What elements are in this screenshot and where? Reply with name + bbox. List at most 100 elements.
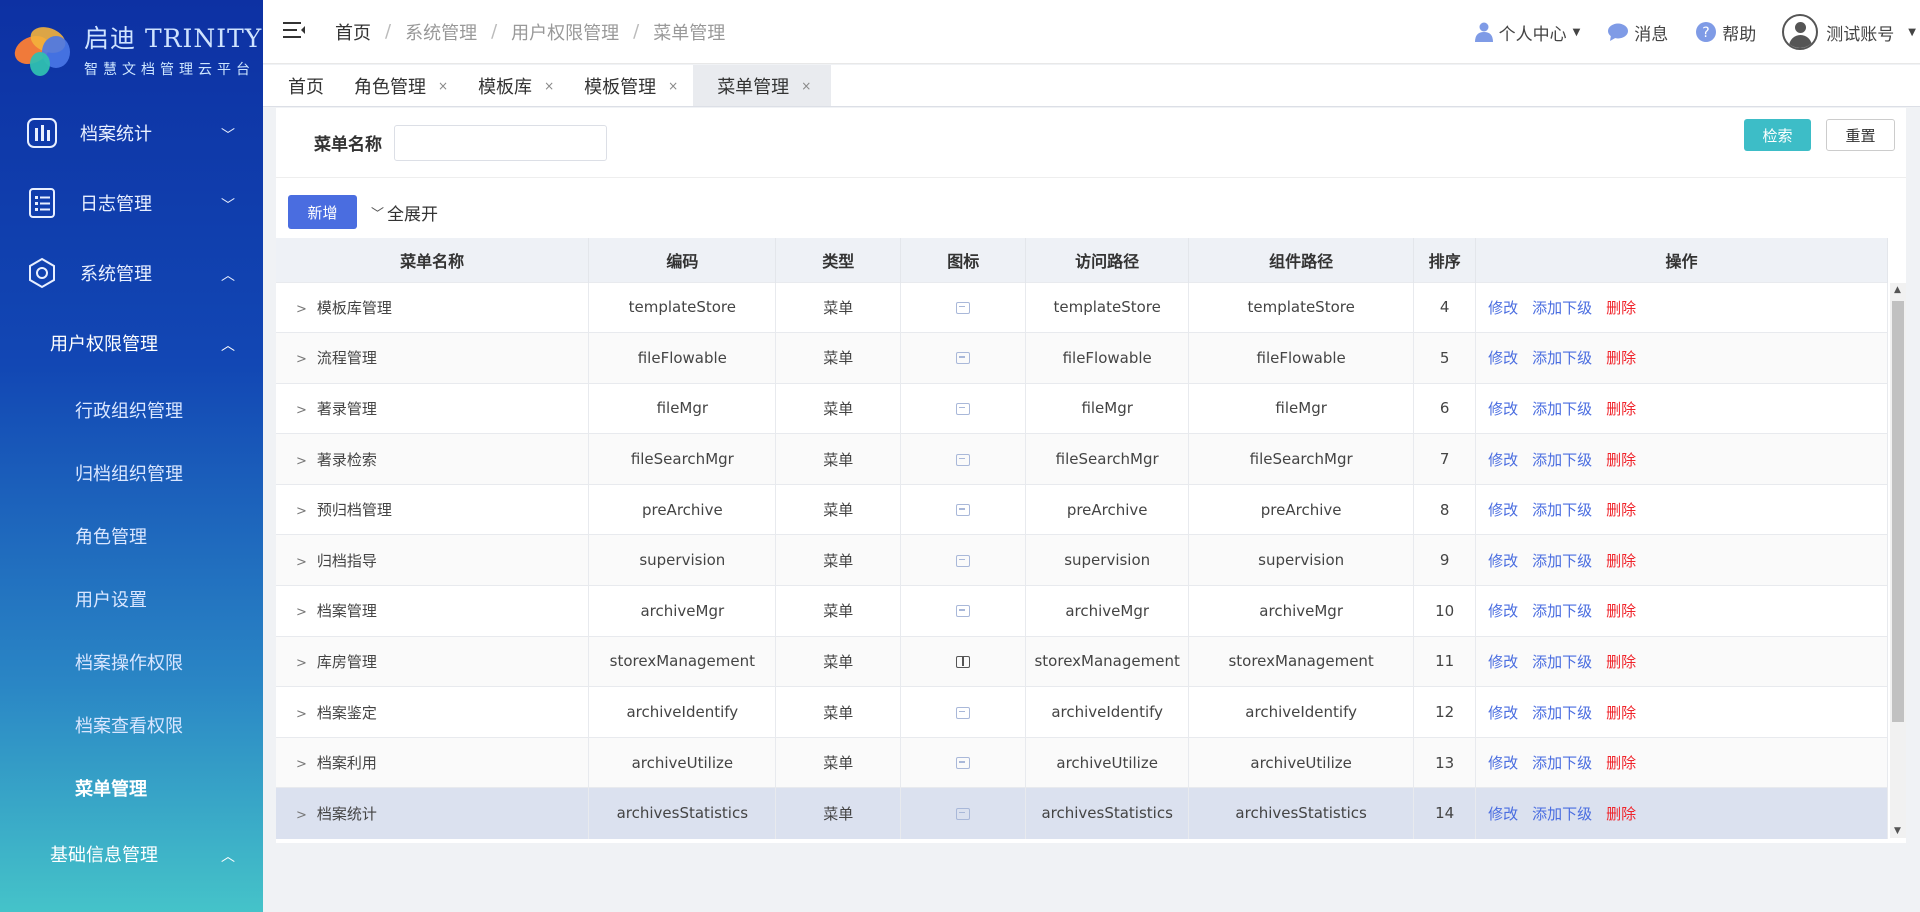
tab-role-mgmt[interactable]: 角色管理 × (339, 65, 463, 106)
reset-button[interactable]: 重置 (1826, 119, 1895, 151)
add-child-link[interactable]: 添加下级 (1532, 349, 1592, 367)
add-child-link[interactable]: 添加下级 (1532, 501, 1592, 519)
sidebar-leaf-admin-org[interactable]: 行政组织管理 (0, 378, 263, 441)
table-row[interactable]: > 库房管理 storexManagement 菜单 storexManagement s… (276, 635, 1888, 687)
menu-name-input[interactable] (394, 124, 607, 161)
edit-link[interactable]: 修改 (1488, 754, 1518, 772)
tab-template-lib[interactable]: 模板库 × (463, 65, 569, 106)
close-icon[interactable]: × (801, 79, 811, 93)
sidebar-leaf-archive-op-perm[interactable]: 档案操作权限 (0, 630, 263, 693)
edit-link[interactable]: 修改 (1488, 501, 1518, 519)
add-button[interactable]: 新增 (288, 195, 357, 229)
messages-link[interactable]: 消息 (1608, 20, 1668, 45)
edit-link[interactable]: 修改 (1488, 552, 1518, 570)
edit-link[interactable]: 修改 (1488, 602, 1518, 620)
chevron-right-icon[interactable]: > (296, 707, 307, 722)
close-icon[interactable]: × (544, 79, 554, 93)
search-button[interactable]: 检索 (1744, 119, 1811, 151)
chevron-right-icon[interactable]: > (296, 504, 307, 519)
add-child-link[interactable]: 添加下级 (1532, 653, 1592, 671)
storehouse-icon (956, 655, 971, 668)
table-row[interactable]: > 模板库管理 templateStore 菜单 templateStore templa… (276, 281, 1888, 333)
scrollbar-thumb[interactable] (1892, 301, 1904, 722)
add-child-link[interactable]: 添加下级 (1532, 400, 1592, 418)
delete-link[interactable]: 删除 (1606, 602, 1636, 620)
edit-link[interactable]: 修改 (1488, 299, 1518, 317)
delete-link[interactable]: 删除 (1606, 501, 1636, 519)
chevron-right-icon[interactable]: > (296, 403, 307, 418)
delete-link[interactable]: 删除 (1606, 754, 1636, 772)
add-child-link[interactable]: 添加下级 (1532, 754, 1592, 772)
chevron-right-icon[interactable]: > (296, 555, 307, 570)
cell-type: 菜单 (775, 332, 902, 384)
delete-link[interactable]: 删除 (1606, 552, 1636, 570)
add-child-link[interactable]: 添加下级 (1532, 299, 1592, 317)
delete-link[interactable]: 删除 (1606, 653, 1636, 671)
edit-link[interactable]: 修改 (1488, 805, 1518, 823)
sidebar-item-log-mgmt[interactable]: 日志管理 ﹀ (0, 168, 263, 238)
table-row[interactable]: > 著录检索 fileSearchMgr 菜单 fileSearchMgr fileSea… (276, 433, 1888, 485)
table-row[interactable]: > 档案利用 archiveUtilize 菜单 archiveUtilize archi… (276, 736, 1888, 788)
breadcrumb-item[interactable]: 首页 (335, 19, 371, 45)
sidebar-leaf-data-dictionary[interactable]: 数据字典 (0, 889, 263, 912)
sidebar-leaf-user-settings[interactable]: 用户设置 (0, 567, 263, 630)
table-row[interactable]: > 著录管理 fileMgr 菜单 fileMgr fileMgr 6 修改 添加下级 删除 (276, 382, 1888, 434)
table-row[interactable]: > 归档指导 supervision 菜单 supervision supervision… (276, 534, 1888, 586)
delete-link[interactable]: 删除 (1606, 451, 1636, 469)
edit-link[interactable]: 修改 (1488, 400, 1518, 418)
sidebar-submenu-basic-info[interactable]: 基础信息管理 ︿ (0, 819, 263, 889)
menu-toggle-icon[interactable] (283, 21, 305, 43)
add-child-link[interactable]: 添加下级 (1532, 602, 1592, 620)
column-header: 图标 (900, 238, 1027, 282)
table-row[interactable]: > 档案管理 archiveMgr 菜单 archiveMgr archiveMgr 10 修… (276, 585, 1888, 637)
close-icon[interactable]: × (438, 79, 448, 93)
close-icon[interactable]: × (668, 79, 678, 93)
menu-name-text: 库房管理 (316, 652, 377, 671)
sidebar-item-system-mgmt[interactable]: 系统管理 ︿ (0, 238, 263, 308)
edit-link[interactable]: 修改 (1488, 653, 1518, 671)
scroll-up-icon[interactable]: ▲ (1894, 285, 1901, 295)
delete-link[interactable]: 删除 (1606, 704, 1636, 722)
chevron-right-icon[interactable]: > (296, 302, 307, 317)
table-row[interactable]: > 档案统计 archivesStatistics 菜单 archivesStatist… (276, 787, 1888, 839)
expand-all-toggle[interactable]: ﹀ 全展开 (371, 200, 438, 225)
delete-link[interactable]: 删除 (1606, 400, 1636, 418)
sidebar-leaf-archive-org[interactable]: 归档组织管理 (0, 441, 263, 504)
add-child-link[interactable]: 添加下级 (1532, 451, 1592, 469)
chevron-right-icon[interactable]: > (296, 808, 307, 823)
delete-link[interactable]: 删除 (1606, 805, 1636, 823)
chevron-right-icon[interactable]: > (296, 757, 307, 772)
add-child-link[interactable]: 添加下级 (1532, 552, 1592, 570)
delete-link[interactable]: 删除 (1606, 349, 1636, 367)
add-child-link[interactable]: 添加下级 (1532, 805, 1592, 823)
account-dropdown[interactable]: 测试账号 ▼ (1782, 14, 1920, 50)
cell-path: preArchive (1025, 483, 1190, 535)
sidebar-leaf-archive-view-perm[interactable]: 档案查看权限 (0, 693, 263, 756)
help-link[interactable]: ? 帮助 (1696, 20, 1756, 45)
tab-template-mgmt[interactable]: 模板管理 × (569, 65, 693, 106)
table-row[interactable]: > 预归档管理 preArchive 菜单 preArchive preArchive 8 修… (276, 483, 1888, 535)
add-child-link[interactable]: 添加下级 (1532, 704, 1592, 722)
cell-component: archiveMgr (1188, 585, 1415, 637)
edit-link[interactable]: 修改 (1488, 349, 1518, 367)
vertical-scrollbar[interactable]: ▲ ▼ (1890, 283, 1906, 838)
delete-link[interactable]: 删除 (1606, 299, 1636, 317)
chevron-right-icon[interactable]: > (296, 605, 307, 620)
flow-icon (956, 352, 971, 365)
edit-link[interactable]: 修改 (1488, 704, 1518, 722)
chevron-right-icon[interactable]: > (296, 454, 307, 469)
sidebar-item-archive-stats[interactable]: 档案统计 ﹀ (0, 98, 263, 168)
edit-link[interactable]: 修改 (1488, 451, 1518, 469)
table-row[interactable]: > 档案鉴定 archiveIdentify 菜单 archiveIdentify arc… (276, 686, 1888, 738)
chevron-right-icon[interactable]: > (296, 656, 307, 671)
personal-center-dropdown[interactable]: 个人中心 ▼ (1474, 20, 1580, 45)
tab-menu-mgmt[interactable]: 菜单管理 × (693, 65, 832, 106)
tab-home[interactable]: 首页 (273, 65, 339, 106)
chevron-right-icon[interactable]: > (296, 352, 307, 367)
sidebar-submenu-user-permission[interactable]: 用户权限管理 ︿ (0, 308, 263, 378)
sidebar-leaf-role-mgmt[interactable]: 角色管理 (0, 504, 263, 567)
sidebar-leaf-menu-mgmt[interactable]: 菜单管理 (0, 756, 263, 819)
cell-actions: 修改 添加下级 删除 (1475, 433, 1888, 485)
table-row[interactable]: > 流程管理 fileFlowable 菜单 fileFlowable fileFlowa… (276, 332, 1888, 384)
scroll-down-icon[interactable]: ▼ (1894, 826, 1901, 836)
